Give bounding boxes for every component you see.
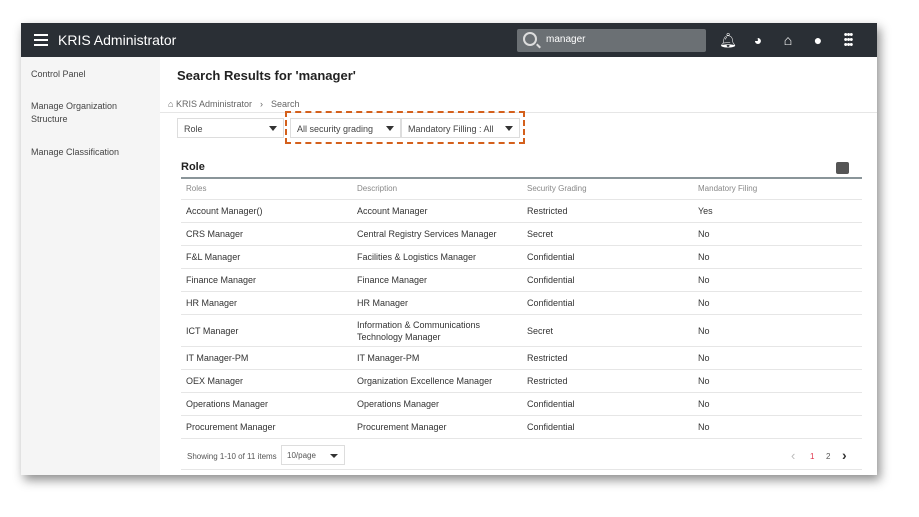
role-name: F&L Manager: [186, 252, 241, 262]
table-row[interactable]: F&L Manager Facilities & Logistics Manage…: [181, 246, 862, 269]
mandatory-filing: No: [698, 399, 710, 409]
mandatory-filing: No: [698, 325, 710, 336]
sidebar-item-manage-organization-structure[interactable]: Manage Organization Structure: [31, 100, 126, 126]
role-description: Information & Communications Technology …: [357, 319, 481, 342]
mandatory-filing: No: [698, 229, 710, 239]
role-name: HR Manager: [186, 298, 238, 308]
breadcrumb-current: Search: [270, 99, 300, 109]
app-title: KRIS Administrator: [58, 32, 177, 48]
security-grading: Restricted: [527, 206, 568, 216]
col-description: Description: [357, 184, 398, 193]
col-roles: Roles: [186, 184, 207, 193]
role-description: Procurement Manager: [357, 422, 447, 432]
role-name: IT Manager-PM: [186, 353, 249, 363]
table-row[interactable]: CRS Manager Central Registry Services Man…: [181, 223, 862, 246]
security-grading: Confidential: [527, 275, 575, 285]
sidebar: Control Panel Manage Organization Struct…: [21, 57, 160, 475]
security-grading: Confidential: [527, 252, 575, 262]
app-window: KRIS Administrator manager 🔔︎ ◕ ⌂ ● ••• •…: [21, 23, 877, 475]
role-description: Finance Manager: [357, 275, 428, 285]
role-description: Facilities & Logistics Manager: [357, 252, 477, 262]
search-input[interactable]: manager: [517, 29, 706, 52]
role-name: Account Manager(): [186, 206, 263, 216]
chevron-down-icon: [269, 126, 277, 131]
role-name: Operations Manager: [186, 399, 269, 409]
dashboard-icon[interactable]: ◕: [749, 32, 767, 48]
sidebar-item-control-panel[interactable]: Control Panel: [31, 68, 151, 81]
chevron-down-icon: [330, 454, 338, 458]
security-grading: Confidential: [527, 298, 575, 308]
role-description: Organization Excellence Manager: [357, 376, 493, 386]
role-name: Finance Manager: [186, 275, 257, 285]
role-name: Procurement Manager: [186, 422, 276, 432]
hamburger-menu-icon[interactable]: [34, 34, 48, 46]
security-grading: Restricted: [527, 376, 568, 386]
search-icon: [523, 32, 537, 46]
security-grading: Secret: [527, 229, 554, 239]
mandatory-filing: No: [698, 422, 710, 432]
table-row[interactable]: HR Manager HR Manager Confidential No: [181, 292, 862, 315]
page-size-select[interactable]: 10/page: [281, 445, 345, 465]
col-mandatory-filing: Mandatory Filing: [698, 184, 758, 193]
bell-icon[interactable]: 🔔︎: [719, 32, 737, 48]
breadcrumb: ⌂ KRIS Administrator › Search: [168, 99, 300, 109]
pagination: Showing 1-10 of 11 items 10/page ‹ 1 2 ›: [181, 442, 862, 470]
table-header: Roles Description Security Grading Manda…: [181, 179, 862, 200]
search-value[interactable]: manager: [546, 34, 585, 45]
type-select-value: Role: [184, 124, 203, 134]
role-description: Account Manager: [357, 206, 428, 216]
section-heading: Role: [181, 161, 205, 173]
role-description: Central Registry Services Manager: [357, 229, 497, 239]
sidebar-item-manage-classification[interactable]: Manage Classification: [31, 146, 151, 159]
account-icon[interactable]: ●: [809, 32, 827, 48]
pagination-summary: Showing 1-10 of 11 items: [187, 452, 277, 461]
table-row[interactable]: Account Manager() Account Manager Restrict…: [181, 200, 862, 223]
top-bar: KRIS Administrator manager 🔔︎ ◕ ⌂ ● ••• •…: [21, 23, 877, 57]
page-size-value: 10/page: [287, 451, 316, 460]
role-description: HR Manager: [357, 298, 409, 308]
table-row[interactable]: IT Manager-PM IT Manager-PM Restricted No: [181, 347, 862, 370]
mandatory-filing: Yes: [698, 206, 713, 216]
security-grading: Secret: [527, 325, 554, 336]
page-2[interactable]: 2: [826, 452, 830, 461]
breadcrumb-home[interactable]: KRIS Administrator: [176, 99, 252, 109]
home-icon: ⌂: [168, 99, 176, 109]
role-name: OEX Manager: [186, 376, 244, 386]
print-icon[interactable]: [836, 162, 849, 174]
security-grading: Confidential: [527, 422, 575, 432]
results-table: Roles Description Security Grading Manda…: [181, 177, 862, 439]
home-icon[interactable]: ⌂: [779, 32, 797, 48]
table-row[interactable]: Procurement Manager Procurement Manager Co…: [181, 416, 862, 439]
security-grading: Restricted: [527, 353, 568, 363]
prev-page-button[interactable]: ‹: [791, 448, 795, 463]
next-page-button[interactable]: ›: [842, 447, 847, 463]
role-description: Operations Manager: [357, 399, 440, 409]
mandatory-filing: No: [698, 298, 710, 308]
table-row[interactable]: Operations Manager Operations Manager Conf…: [181, 393, 862, 416]
mandatory-filing: No: [698, 252, 710, 262]
table-row[interactable]: ICT Manager Information & Communications …: [181, 315, 862, 347]
role-description: IT Manager-PM: [357, 353, 420, 363]
role-name: CRS Manager: [186, 229, 244, 239]
table-row[interactable]: Finance Manager Finance Manager Confidenti…: [181, 269, 862, 292]
mandatory-filing: No: [698, 376, 710, 386]
table-row[interactable]: OEX Manager Organization Excellence Manag…: [181, 370, 862, 393]
security-grading: Confidential: [527, 399, 575, 409]
mandatory-filing: No: [698, 275, 710, 285]
apps-grid-icon[interactable]: ••• ••• •••: [839, 30, 857, 51]
col-security-grading: Security Grading: [527, 184, 587, 193]
highlight-box: [285, 111, 525, 144]
mandatory-filing: No: [698, 353, 710, 363]
role-name: ICT Manager: [186, 325, 239, 336]
type-select[interactable]: Role: [177, 118, 284, 138]
page-title: Search Results for 'manager': [177, 68, 356, 83]
page-1[interactable]: 1: [810, 452, 814, 461]
